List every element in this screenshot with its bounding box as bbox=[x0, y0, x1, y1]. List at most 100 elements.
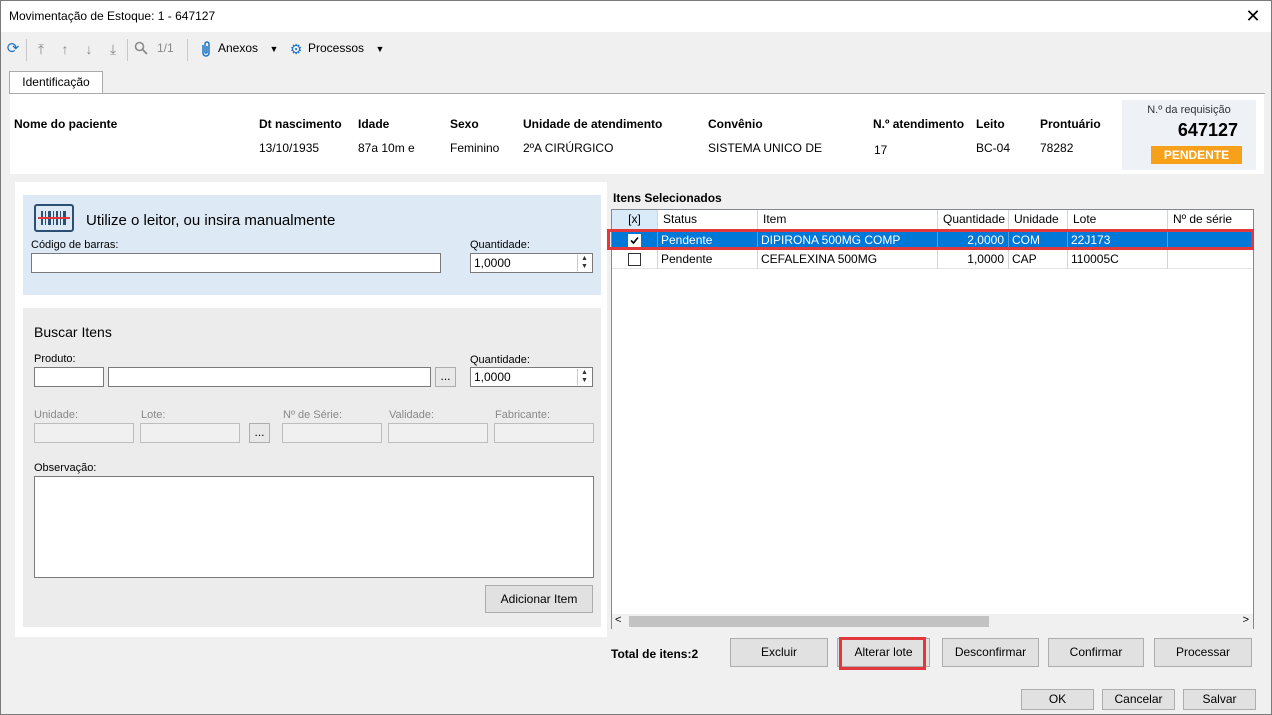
first-record-icon[interactable]: ⤒ bbox=[33, 41, 49, 57]
label-idade: Idade bbox=[358, 117, 390, 131]
label-unidade-atendimento: Unidade de atendimento bbox=[523, 117, 663, 131]
paperclip-icon[interactable] bbox=[198, 41, 214, 57]
search-quantity-stepper[interactable]: 1,0000 ▲ ▼ bbox=[470, 367, 593, 387]
column-header-check[interactable]: [x] bbox=[612, 210, 658, 230]
requisicao-label: N.º da requisição bbox=[1147, 104, 1231, 116]
scan-quantity-value: 1,0000 bbox=[474, 256, 511, 270]
refresh-icon[interactable]: ⟳ bbox=[5, 41, 21, 57]
itens-grid[interactable]: [x] Status Item Quantidade Unidade Lote … bbox=[611, 209, 1254, 629]
row-status: Pendente bbox=[658, 250, 758, 269]
column-header-unidade[interactable]: Unidade bbox=[1009, 210, 1068, 230]
value-unidade-atendimento: 2ºA CIRÚRGICO bbox=[523, 141, 614, 155]
validade-label: Validade: bbox=[389, 409, 435, 421]
close-icon[interactable]: ✕ bbox=[1241, 4, 1265, 28]
produto-lookup-button[interactable]: ... bbox=[435, 367, 456, 387]
row-lote: 110005C bbox=[1068, 250, 1168, 269]
patient-header bbox=[10, 94, 1264, 174]
search-quantity-value: 1,0000 bbox=[474, 370, 511, 384]
status-badge: PENDENTE bbox=[1151, 146, 1242, 164]
value-leito: BC-04 bbox=[976, 141, 1011, 155]
tab-identificacao[interactable]: Identificação bbox=[9, 71, 103, 94]
unidade-field bbox=[34, 423, 134, 443]
toolbar-separator bbox=[187, 39, 188, 61]
barcode-icon bbox=[34, 204, 74, 232]
table-row[interactable]: Pendente CEFALEXINA 500MG 1,0000 CAP 110… bbox=[612, 250, 1253, 269]
ok-button[interactable]: OK bbox=[1021, 689, 1094, 710]
value-sexo: Feminino bbox=[450, 141, 500, 155]
barcode-label: Código de barras: bbox=[31, 239, 119, 251]
barcode-input[interactable] bbox=[31, 253, 441, 273]
row-quantidade: 1,0000 bbox=[938, 250, 1009, 269]
column-header-lote[interactable]: Lote bbox=[1068, 210, 1168, 230]
spinner-arrows-icon[interactable]: ▲ ▼ bbox=[577, 255, 591, 271]
column-header-status[interactable]: Status bbox=[658, 210, 758, 230]
fabricante-field bbox=[494, 423, 594, 443]
produto-code-input[interactable] bbox=[34, 367, 104, 387]
lote-label: Lote: bbox=[141, 409, 166, 421]
excluir-button[interactable]: Excluir bbox=[730, 638, 828, 667]
label-prontuario: Prontuário bbox=[1040, 117, 1101, 131]
label-n-atendimento: N.º atendimento bbox=[873, 117, 965, 131]
next-record-icon[interactable]: ↓ bbox=[81, 41, 97, 57]
highlight-selected-row bbox=[607, 229, 1254, 250]
scan-heading: Utilize o leitor, ou insira manualmente bbox=[86, 212, 336, 229]
lote-lookup-button[interactable]: ... bbox=[249, 423, 270, 443]
row-checkbox[interactable] bbox=[628, 253, 641, 266]
scan-quantity-label: Quantidade: bbox=[470, 239, 530, 251]
window-title: Movimentação de Estoque: 1 - 647127 bbox=[9, 9, 216, 23]
total-itens: Total de itens:2 bbox=[611, 647, 699, 661]
value-n-atendimento: 17 bbox=[874, 143, 888, 157]
observacao-label: Observação: bbox=[34, 462, 97, 474]
salvar-button[interactable]: Salvar bbox=[1183, 689, 1256, 710]
fabricante-label: Fabricante: bbox=[495, 409, 551, 421]
processos-menu[interactable]: Processos bbox=[308, 41, 364, 55]
produto-name-input[interactable] bbox=[108, 367, 431, 387]
value-prontuario: 78282 bbox=[1040, 141, 1074, 155]
scan-quantity-stepper[interactable]: 1,0000 ▲ ▼ bbox=[470, 253, 593, 273]
label-convenio: Convênio bbox=[708, 117, 763, 131]
toolbar-separator bbox=[26, 39, 27, 61]
toolbar-separator bbox=[127, 39, 128, 61]
row-check-cell bbox=[612, 250, 658, 269]
main-window: Movimentação de Estoque: 1 - 647127 ✕ ⟳ … bbox=[0, 0, 1272, 715]
serie-field bbox=[282, 423, 382, 443]
chevron-down-icon[interactable]: ▼ bbox=[266, 41, 282, 57]
cancelar-button[interactable]: Cancelar bbox=[1102, 689, 1175, 710]
search-quantity-label: Quantidade: bbox=[470, 354, 530, 366]
chevron-down-icon[interactable]: ▼ bbox=[372, 41, 388, 57]
label-dt-nascimento: Dt nascimento bbox=[259, 117, 342, 131]
adicionar-item-button[interactable]: Adicionar Item bbox=[485, 585, 593, 613]
spinner-arrows-icon[interactable]: ▲ ▼ bbox=[577, 369, 591, 385]
requisicao-box: N.º da requisição 647127 PENDENTE bbox=[1122, 100, 1256, 170]
scrollbar-thumb[interactable] bbox=[629, 616, 989, 627]
processar-button[interactable]: Processar bbox=[1154, 638, 1252, 667]
observacao-textarea[interactable] bbox=[34, 476, 594, 578]
column-header-serie[interactable]: Nº de série bbox=[1168, 210, 1253, 230]
row-serie bbox=[1168, 250, 1253, 269]
horizontal-scrollbar[interactable]: < > bbox=[612, 614, 1253, 629]
requisicao-number: 647127 bbox=[1177, 120, 1238, 140]
confirmar-button[interactable]: Confirmar bbox=[1048, 638, 1144, 667]
toolbar: ⟳ ⤒ ↑ ↓ ⤓ 1/1 Anexos ▼ ⚙ Processos ▼ bbox=[1, 33, 1271, 65]
previous-record-icon[interactable]: ↑ bbox=[57, 41, 73, 57]
desconfirmar-button[interactable]: Desconfirmar bbox=[942, 638, 1039, 667]
label-sexo: Sexo bbox=[450, 117, 479, 131]
value-idade: 87a 10m e bbox=[358, 141, 415, 155]
scroll-right-icon[interactable]: > bbox=[1243, 614, 1249, 626]
column-header-quantidade[interactable]: Quantidade bbox=[938, 210, 1009, 230]
scroll-left-icon[interactable]: < bbox=[615, 614, 621, 626]
row-unidade: CAP bbox=[1009, 250, 1068, 269]
serie-label: Nº de Série: bbox=[283, 409, 343, 421]
gear-icon[interactable]: ⚙ bbox=[288, 41, 304, 57]
itens-heading: Itens Selecionados bbox=[613, 191, 722, 205]
label-leito: Leito bbox=[976, 117, 1005, 131]
lote-field bbox=[140, 423, 240, 443]
row-item: CEFALEXINA 500MG bbox=[758, 250, 938, 269]
validade-field bbox=[388, 423, 488, 443]
last-record-icon[interactable]: ⤓ bbox=[105, 41, 121, 57]
search-icon[interactable] bbox=[133, 41, 149, 57]
column-header-item[interactable]: Item bbox=[758, 210, 938, 230]
label-nome-paciente: Nome do paciente bbox=[14, 117, 118, 131]
title-bar: Movimentação de Estoque: 1 - 647127 ✕ bbox=[1, 1, 1271, 32]
anexos-menu[interactable]: Anexos bbox=[218, 41, 258, 55]
